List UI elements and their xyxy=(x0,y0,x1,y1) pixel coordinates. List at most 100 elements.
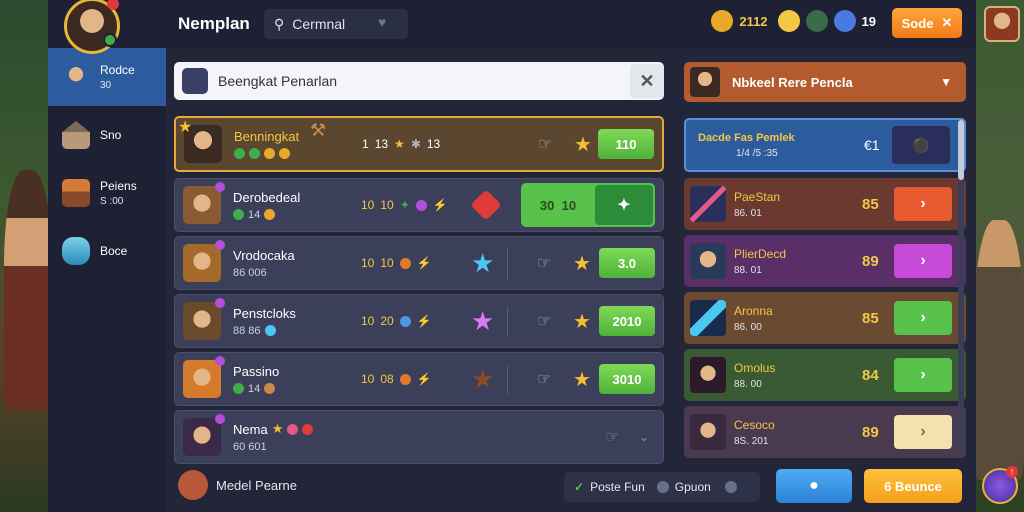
shield-button[interactable]: ⚫ xyxy=(892,126,950,164)
hand-icon: ☞ xyxy=(537,255,552,272)
stat-value: 20 xyxy=(380,314,394,328)
entry-go-button[interactable]: › xyxy=(894,244,952,278)
entry-score: 84 xyxy=(862,366,879,384)
list-item[interactable]: Penstcloks 88 86 10 20 ⚡ ★ ☞ ★ 2010 xyxy=(174,294,664,348)
row-action-button[interactable]: 3010 xyxy=(599,364,655,394)
entry-go-button[interactable]: › xyxy=(894,358,952,392)
top-action-button[interactable]: Sode ✕ xyxy=(892,8,962,38)
stat-value: 08 xyxy=(380,372,394,386)
divider xyxy=(507,307,508,337)
explorer-character-left xyxy=(4,170,52,410)
house-icon xyxy=(62,121,90,149)
chevron-down-icon[interactable]: ⌄ xyxy=(639,430,649,444)
player-sub-text: 14 xyxy=(248,382,261,395)
medal-icon xyxy=(178,470,208,500)
entry-score: 89 xyxy=(862,252,879,270)
leaderboard-item[interactable]: Cesoco 8S. 201 89 › xyxy=(684,406,966,458)
stat-value: 10 xyxy=(361,314,375,328)
filter-label: Poste Fun xyxy=(590,480,645,494)
star-coin-icon xyxy=(777,10,800,32)
reward-value: 10 xyxy=(561,197,577,213)
entry-score: 85 xyxy=(862,309,879,327)
stat-value: 10 xyxy=(361,372,375,386)
sidebar-item-peiens[interactable]: Peiens S :00 xyxy=(48,164,166,222)
filter-option: Gpuon xyxy=(674,480,711,494)
sidebar-item-label: Boce xyxy=(100,244,128,258)
chevron-right-icon: › xyxy=(920,366,926,383)
radio-icon[interactable] xyxy=(724,481,737,493)
player-name: Penstcloks xyxy=(233,305,296,321)
row-action-button[interactable]: 110 xyxy=(598,129,654,159)
heart-icon[interactable]: ♥ xyxy=(378,14,386,30)
row-action-button[interactable]: 3.0 xyxy=(599,248,655,278)
sidebar-item-rodce[interactable]: Rodce 30 xyxy=(48,48,166,106)
sidebar-item-boce[interactable]: Boce xyxy=(48,222,166,280)
filter-chip[interactable]: ✓ Poste Fun Gpuon xyxy=(564,472,760,502)
star-icon: ★ xyxy=(271,421,284,436)
entry-name: Cesoco xyxy=(734,417,775,432)
hammer-icon: ⚒ xyxy=(310,120,327,140)
avatar xyxy=(183,356,225,398)
leaderboard-item[interactable]: Aronna 86. 00 85 › xyxy=(684,292,966,344)
list-item[interactable]: Passino 14 10 08 ⚡ ★ ☞ ★ 3010 xyxy=(174,352,664,406)
search-chip[interactable]: ⚲ Cermnal xyxy=(264,9,408,39)
list-item[interactable]: Nema ★ 60 601 ☞ ⌄ xyxy=(174,410,664,464)
blue-badge-icon xyxy=(264,325,276,336)
claim-reward-button[interactable]: 30 10 ✦ xyxy=(521,183,655,227)
leaderboard-header[interactable]: Nbkeel Rere Pencla ▼ xyxy=(684,62,966,102)
sidebar: Rodce 30 Sno Peiens S :00 Boce xyxy=(48,48,166,512)
leaderboard-item[interactable]: PaeStan 86. 01 85 › xyxy=(684,178,966,230)
gold-badge-icon xyxy=(264,148,275,159)
blue-crystal-icon xyxy=(833,10,856,32)
selected-entry[interactable]: Dacde Fas Pemlek 1/4 /5 :35 €1 ⚫ xyxy=(684,118,966,172)
chat-button[interactable]: ● xyxy=(776,469,852,503)
stat-value: 10 xyxy=(380,256,394,270)
gold-badge-icon xyxy=(264,209,276,220)
profile-picture[interactable] xyxy=(984,6,1020,42)
player-sub-text: 60 601 xyxy=(233,441,267,453)
character-icon xyxy=(62,63,90,91)
crystal-icon xyxy=(690,300,726,336)
leaderboard-item[interactable]: PlierDecd 88. 01 89 › xyxy=(684,235,966,287)
chest-icon xyxy=(62,179,90,207)
player-name: Derobedeal xyxy=(233,189,301,205)
row-action-button[interactable]: 2010 xyxy=(599,306,655,336)
footer-left[interactable]: Medel Pearne xyxy=(178,470,297,500)
player-avatar[interactable] xyxy=(64,0,120,54)
avatar xyxy=(183,240,225,282)
online-status-icon xyxy=(103,33,117,47)
entry-go-button[interactable]: › xyxy=(894,187,952,221)
notification-badge xyxy=(107,0,119,10)
chevron-right-icon: › xyxy=(920,423,926,440)
search-bar[interactable]: Beengkat Penarlan ✕ xyxy=(174,62,664,100)
sidebar-item-sno[interactable]: Sno xyxy=(48,106,166,164)
search-bar-text: Beengkat Penarlan xyxy=(218,73,338,89)
star-icon: ★ xyxy=(394,137,405,151)
entry-go-button[interactable]: › xyxy=(894,415,952,449)
leaderboard-item[interactable]: Omolus 88. 00 84 › xyxy=(684,349,966,401)
radio-icon[interactable] xyxy=(656,481,669,493)
list-item[interactable]: Vrodocaka 86 006 10 10 ⚡ ★ ☞ ★ 3.0 xyxy=(174,236,664,290)
entry-go-button[interactable]: › xyxy=(894,301,952,335)
right-scrollbar[interactable] xyxy=(958,120,964,450)
hand-icon: ☞ xyxy=(537,313,552,330)
event-badge-icon[interactable]: ! xyxy=(982,466,1018,504)
list-item[interactable]: Derobedeal 14 10 10 ✦ ⚡ 30 10 ✦ xyxy=(174,178,664,232)
avatar xyxy=(183,414,225,456)
clear-search-button[interactable]: ✕ xyxy=(630,64,664,98)
stat-value: 10 xyxy=(380,198,394,212)
orange-badge-icon xyxy=(399,257,411,269)
leaderboard-list: PaeStan 86. 01 85 › PlierDecd 88. 01 89 › … xyxy=(684,178,966,458)
gold-badge-icon xyxy=(264,383,276,394)
gold-coin-icon xyxy=(711,10,734,32)
brown-star-icon: ★ xyxy=(471,363,495,394)
shield-icon: ⚫ xyxy=(912,136,930,153)
orange-badge-icon xyxy=(399,373,411,385)
player-name: Nema ★ xyxy=(233,421,314,437)
bonus-button[interactable]: 6 Beunce xyxy=(864,469,962,503)
player-sub-text: 86 006 xyxy=(233,266,267,279)
list-item[interactable]: ★ Benningkat ⚒ 1 13 ★ ✱ 13 ☞ ★ 110 xyxy=(174,116,664,172)
gold-coin-value: 2112 xyxy=(739,13,768,29)
scrollbar-thumb[interactable] xyxy=(958,120,964,180)
player-name: Passino xyxy=(233,363,280,379)
